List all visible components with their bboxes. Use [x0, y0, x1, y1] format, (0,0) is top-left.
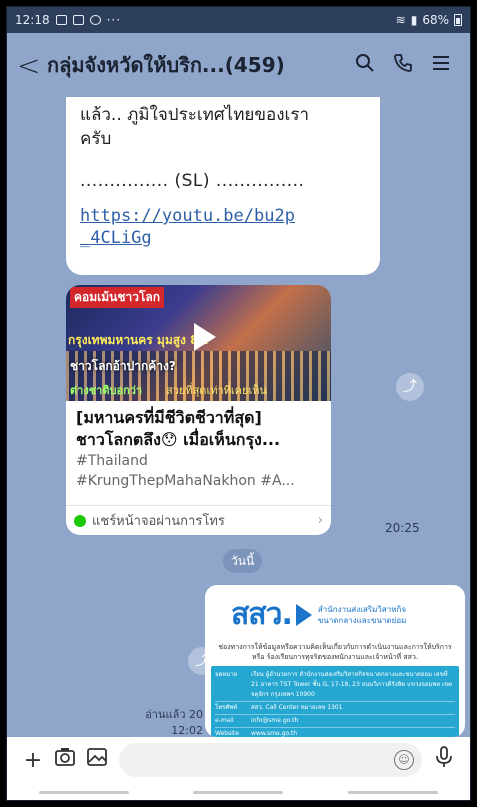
contact-key: โทรศัพท์ [215, 704, 238, 711]
thumbnail-caption: กรุงเทพมหานคร มุมสูง 8K [68, 333, 208, 347]
subtitle-line: ช่องทางการให้ข้อมูลหรือความคิดเห็นเกี่ยว… [218, 643, 452, 651]
search-icon[interactable] [346, 53, 384, 78]
tag-line: #KrungThepMahaNakhon #A... [76, 473, 295, 489]
contact-value: เรียน ผู้อำนวยการ สำนักงานส่งเสริมวิสาหก… [251, 671, 453, 698]
more-notifications-icon: ··· [106, 13, 122, 27]
chevron-right-icon: › [317, 513, 323, 528]
contact-row: โทรศัพท์ สสว. Call Center หมายเลข 1301 [215, 702, 455, 715]
contact-key: Website [215, 730, 239, 737]
message-signature: ............... (SL) ............... [80, 171, 305, 191]
image-icon[interactable] [81, 747, 113, 773]
menu-icon[interactable] [422, 53, 460, 78]
logo-arrow-icon [295, 603, 312, 626]
link-line[interactable]: _4CLiGg [80, 227, 366, 249]
app-icon [72, 15, 84, 25]
share-screen-link[interactable]: แชร์หน้าจอผ่านการโทร › [66, 505, 331, 535]
video-title: [มหานครที่มีชีวิตชีวาที่สุด] ชาวโลกตลึง😯… [76, 407, 321, 451]
image-message[interactable]: สสว. สำนักงานส่งเสริมวิสาหกิจ ขนาดกลางแล… [205, 585, 465, 737]
logo-line: สำนักงานส่งเสริมวิสาหกิจ [317, 604, 407, 614]
video-thumbnail[interactable]: คอมเม้นชาวโลก กรุงเทพมหานคร มุมสูง 8K ชา… [66, 285, 331, 401]
nav-home-button[interactable] [193, 791, 284, 794]
gallery-icon [55, 15, 67, 25]
info-subtitle: ช่องทางการให้ข้อมูลหรือความคิดเห็นเกี่ยว… [205, 640, 465, 664]
status-time: 12:18 [15, 13, 50, 27]
tag-line: #Thailand [76, 453, 148, 469]
contact-value: สสว. Call Center หมายเลข 1301 [251, 704, 343, 711]
contact-row: e-mail info@sme.go.th [215, 715, 455, 728]
nav-back-button[interactable] [347, 791, 438, 794]
chat-header: < กลุ่มจังหวัดให้บริก...(459) [7, 33, 470, 97]
chrome-icon [89, 15, 101, 25]
contact-key: จดหมาย [215, 671, 238, 678]
contact-table: จดหมาย เรียน ผู้อำนวยการ สำนักงานส่งเสริ… [211, 666, 459, 737]
call-icon[interactable] [384, 53, 422, 78]
thumbnail-caption: สวยที่สุดเท่าที่เคยเห็น [166, 384, 267, 397]
message-input-bar: + ☺ [7, 737, 470, 783]
message-input[interactable] [119, 743, 422, 777]
read-count: อ่านแล้ว 20 [145, 708, 203, 721]
nav-recent-button[interactable] [39, 791, 130, 794]
sme-logo: สสว. สำนักงานส่งเสริมวิสาหกิจ ขนาดกลางแล… [205, 585, 465, 640]
message-line: ครับ [80, 129, 112, 149]
chat-title: กลุ่มจังหวัดให้บริก...(459) [47, 53, 285, 77]
contact-key: e-mail [215, 717, 234, 724]
video-preview-card[interactable]: คอมเม้นชาวโลก กรุงเทพมหานคร มุมสูง 8K ชา… [66, 285, 331, 535]
title-line: ชาวโลกตลึง😯 เมื่อเห็นกรุง... [76, 430, 281, 449]
message-text: แล้ว.. ภูมิใจประเทศไทยของเรา ครับ [80, 103, 366, 151]
share-icon[interactable]: ⤴ [396, 373, 424, 401]
camera-icon[interactable] [49, 747, 81, 773]
title-line: [มหานครที่มีชีวิตชีวาที่สุด] [76, 408, 262, 427]
youtube-link[interactable]: https://youtu.be/bu2p _4CLiGg [80, 205, 366, 249]
share-screen-label: แชร์หน้าจอผ่านการโทร [92, 514, 225, 529]
battery-icon [454, 14, 462, 26]
status-bar: 12:18 ··· ≋ ▮ 68% [7, 7, 470, 33]
date-divider: วันนี้ [223, 549, 263, 573]
message-time: 20:25 [385, 521, 420, 535]
contact-value: www.sme.go.th [251, 730, 298, 737]
message-list[interactable]: แล้ว.. ภูมิใจประเทศไทยของเรา ครับ ......… [7, 97, 470, 737]
wifi-icon: ≋ [395, 13, 406, 27]
emoji-icon[interactable]: ☺ [394, 750, 414, 770]
plus-icon[interactable]: + [17, 748, 49, 773]
link-line[interactable]: https://youtu.be/bu2p [80, 205, 366, 227]
message-line: แล้ว.. ภูมิใจประเทศไทยของเรา [80, 105, 310, 125]
contact-row: Website www.sme.go.th [215, 728, 455, 737]
signal-icon: ▮ [410, 13, 418, 27]
back-arrow-icon[interactable]: < [17, 49, 47, 82]
logo-line: ขนาดกลางและขนาดย่อม [317, 615, 407, 625]
read-receipt: อ่านแล้ว 20 12:02 [125, 707, 203, 739]
thumbnail-caption: คอมเม้นชาวโลก [70, 287, 165, 308]
thumbnail-caption: ชาวโลกอ้าปากค้าง? [70, 359, 176, 373]
contact-row: จดหมาย เรียน ผู้อำนวยการ สำนักงานส่งเสริ… [215, 669, 455, 702]
system-nav-bar [7, 783, 470, 800]
thumbnail-caption: ต่างชาติบอกว่า [70, 384, 143, 397]
line-chat-icon [74, 514, 86, 527]
message-field-wrapper: ☺ [119, 743, 422, 777]
battery-level: 68% [422, 13, 449, 27]
subtitle-line: หรือ ร้องเรียนการทุจริตของพนักงานและเจ้า… [251, 653, 419, 661]
contact-value: info@sme.go.th [251, 717, 299, 724]
text-message-bubble[interactable]: แล้ว.. ภูมิใจประเทศไทยของเรา ครับ ......… [66, 97, 380, 275]
logo-text: สำนักงานส่งเสริมวิสาหกิจ ขนาดกลางและขนาด… [318, 604, 407, 626]
video-tags: #Thailand #KrungThepMahaNakhon #A... [76, 451, 321, 491]
mic-icon[interactable] [428, 746, 460, 774]
play-icon[interactable] [194, 323, 216, 351]
logo-mark: สสว. [231, 597, 293, 632]
card-body: [มหานครที่มีชีวิตชีวาที่สุด] ชาวโลกตลึง😯… [66, 401, 331, 497]
phone-screen: 12:18 ··· ≋ ▮ 68% < กลุ่มจังหวัดให้บริก.… [6, 6, 471, 801]
